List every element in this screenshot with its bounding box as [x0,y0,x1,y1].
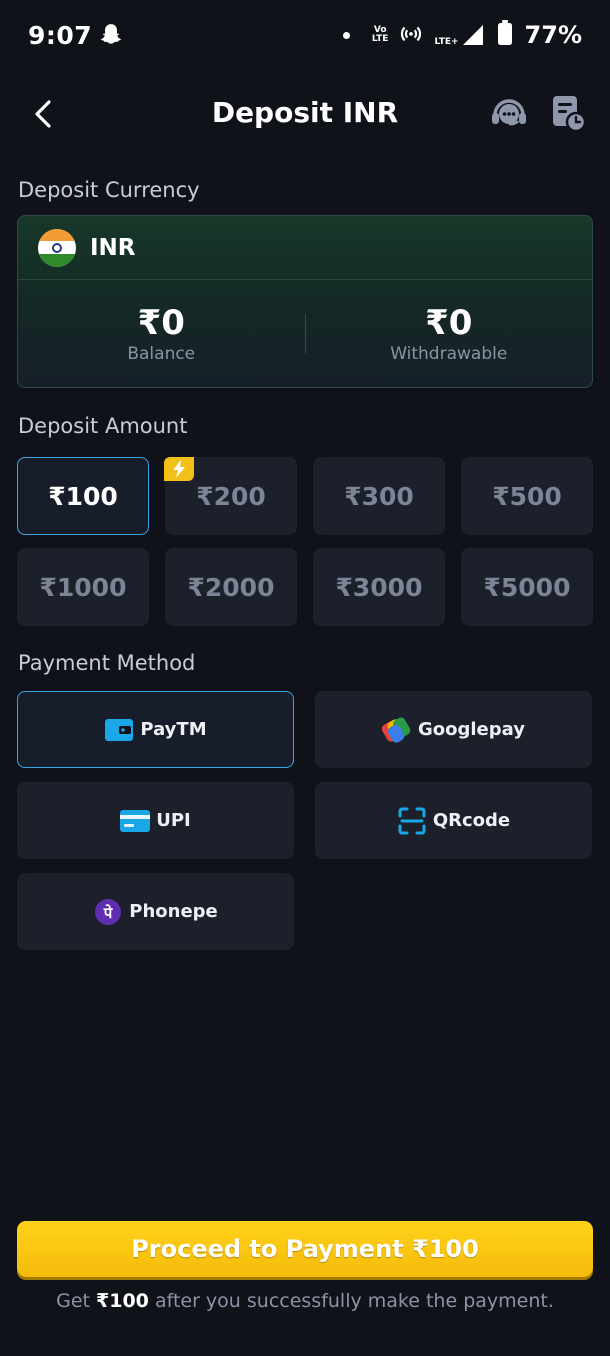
amount-option-1000[interactable]: ₹1000 [17,548,149,626]
payment-label: PayTM [140,719,207,740]
withdrawable-column: ₹0 Withdrawable [306,304,593,364]
header: Deposit INR [0,80,610,148]
payment-option-googlepay[interactable]: Googlepay [315,691,592,768]
hotspot-icon [400,22,422,48]
payment-label: Phonepe [129,901,218,922]
payment-label: Googlepay [418,719,525,740]
currency-card: INR ₹0 Balance ₹0 Withdrawable [17,215,593,388]
hint-amount: ₹100 [96,1290,149,1312]
volte-icon: Vo LTE [371,25,389,44]
payment-option-qrcode[interactable]: QRcode [315,782,592,859]
card-icon [120,806,151,836]
deposit-amount-label: Deposit Amount [18,414,188,438]
payment-hint: Get ₹100 after you successfully make the… [56,1290,554,1312]
balance-label: Balance [127,344,196,364]
amount-option-5000[interactable]: ₹5000 [461,548,593,626]
payment-option-upi[interactable]: UPI [17,782,294,859]
deposit-currency-label: Deposit Currency [18,178,200,202]
battery-percent: 77% [524,21,582,49]
payment-method-label: Payment Method [18,651,196,675]
balance-row: ₹0 Balance ₹0 Withdrawable [18,280,593,387]
payment-label: QRcode [432,810,511,831]
payment-option-phonepe[interactable]: पे Phonepe [17,873,294,950]
lightning-icon [173,460,185,478]
payment-label: UPI [156,810,191,831]
amount-option-100[interactable]: ₹100 [17,457,149,535]
bonus-badge [164,457,194,481]
currency-selector[interactable]: INR [18,216,592,280]
proceed-to-payment-button[interactable]: Proceed to Payment ₹100 [17,1221,593,1277]
snapchat-icon [98,22,124,48]
balance-value: ₹0 [137,303,185,343]
phonepe-glyph: पे [103,904,114,922]
payment-option-paytm[interactable]: PayTM [17,691,294,768]
battery-icon [497,20,513,50]
amount-option-300[interactable]: ₹300 [313,457,445,535]
amount-option-500[interactable]: ₹500 [461,457,593,535]
status-icons: Vo LTE LTE+ 77% [342,20,582,50]
status-bar: 9:07 Vo LTE LTE+ 77% [0,0,610,70]
amount-option-3000[interactable]: ₹3000 [313,548,445,626]
amount-option-2000[interactable]: ₹2000 [165,548,297,626]
balance-column: ₹0 Balance [18,304,305,364]
phonepe-icon: पे [93,897,123,927]
withdrawable-value: ₹0 [425,303,473,343]
currency-code: INR [90,234,136,261]
signal-icon: LTE+ [434,23,484,47]
qr-scan-icon [397,806,427,836]
wallet-icon [104,715,134,745]
document-clock-icon [553,96,586,132]
records-button[interactable] [546,90,590,136]
headset-chat-icon [492,99,526,126]
google-pay-icon [382,715,412,745]
notification-dot-icon [342,31,350,39]
status-time: 9:07 [28,20,93,50]
india-flag-icon [38,228,76,267]
withdrawable-label: Withdrawable [390,344,508,364]
support-button[interactable] [486,90,532,136]
